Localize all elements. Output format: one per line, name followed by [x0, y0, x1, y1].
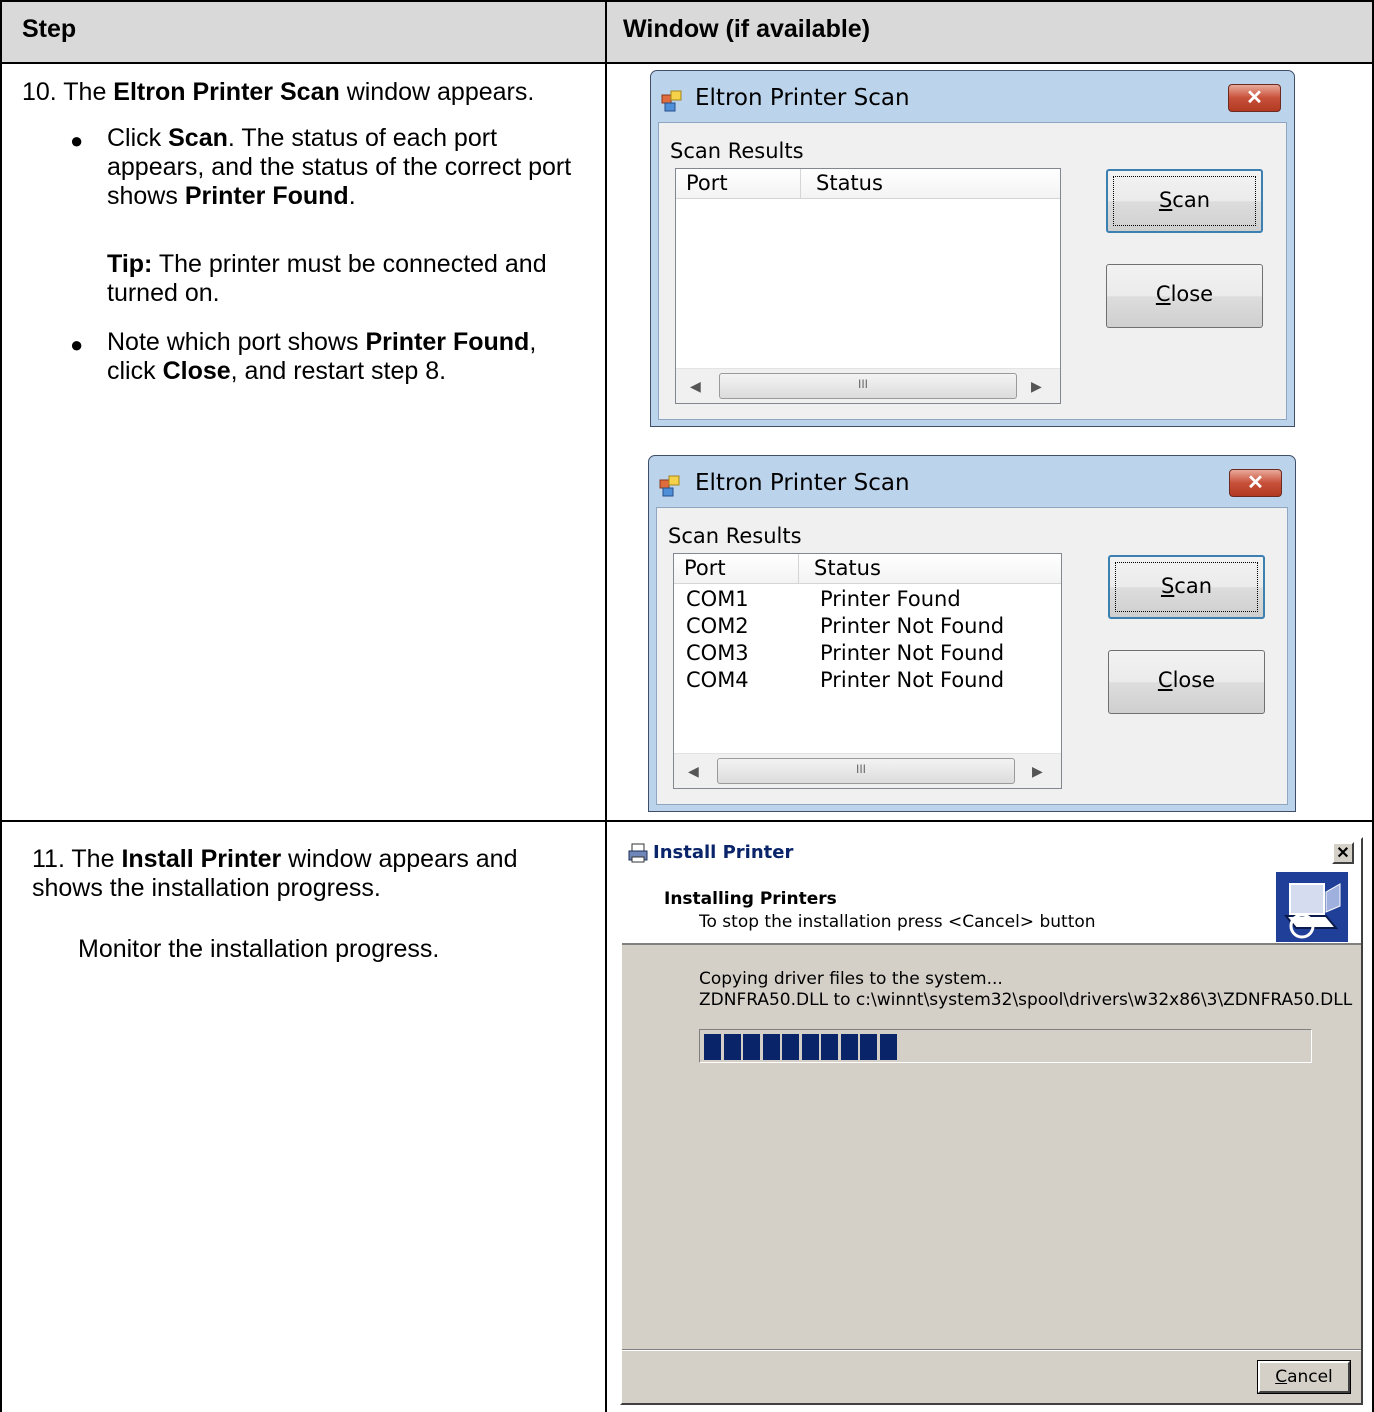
wizard-header: Installing Printers To stop the installa… [622, 867, 1361, 945]
status-line-2: ZDNFRA50.DLL to c:\winnt\system32\spool\… [699, 990, 1353, 1010]
close-button[interactable]: ✕ [1229, 469, 1282, 497]
step-number: 10. [22, 78, 57, 106]
table-row[interactable]: COM3 Printer Not Found [674, 640, 1061, 667]
dialog-titlebar: Install Printer ✕ [622, 839, 1361, 867]
status-cell: Printer Found [820, 587, 961, 611]
step-10-tip: Tip: The printer must be connected and t… [107, 250, 547, 307]
step-11-intro: 11. The Install Printer window appears a… [32, 845, 518, 902]
table-border-row [0, 820, 1374, 822]
progress-bar [699, 1029, 1312, 1063]
scrollbar-thumb[interactable]: III [719, 373, 1017, 399]
progress-block [762, 1034, 780, 1060]
scrollbar-thumb[interactable]: III [717, 758, 1015, 784]
table-row[interactable]: COM1 Printer Found [674, 586, 1061, 613]
column-divider [798, 554, 799, 584]
bullet-icon: ● [70, 128, 84, 153]
list-header: Port Status [674, 554, 1061, 584]
cancel-button[interactable]: Cancel [1257, 1360, 1351, 1394]
progress-block [743, 1034, 760, 1060]
table-border-header [0, 62, 1374, 64]
progress-block [723, 1034, 741, 1060]
wizard-heading: Installing Printers [664, 889, 837, 909]
table-border-middle [605, 0, 607, 1412]
port-cell: COM4 [686, 668, 749, 692]
table-row[interactable]: COM4 Printer Not Found [674, 667, 1061, 694]
footer-divider [622, 1349, 1361, 1351]
scroll-right-icon[interactable]: ▶ [1032, 763, 1043, 780]
printer-icon [628, 843, 648, 863]
dialog-client: Scan Results Port Status COM1 Printer Fo… [656, 507, 1288, 805]
scan-results-label: Scan Results [668, 524, 802, 548]
table-row[interactable]: COM2 Printer Not Found [674, 613, 1061, 640]
column-status[interactable]: Status [816, 171, 883, 195]
column-port[interactable]: Port [684, 556, 726, 580]
scan-results-list[interactable]: Port Status ◀ III ▶ [675, 168, 1061, 404]
scan-dialog-results: Eltron Printer Scan ✕ Scan Results Port … [648, 455, 1296, 812]
horizontal-scrollbar[interactable]: ◀ III ▶ [676, 368, 1060, 403]
port-cell: COM1 [686, 587, 749, 611]
scan-results-list[interactable]: Port Status COM1 Printer Found COM2 Prin… [673, 553, 1062, 789]
table-border-top [0, 0, 1374, 2]
status-line-1: Copying driver files to the system... [699, 969, 1003, 989]
progress-block [879, 1034, 897, 1060]
progress-block [821, 1034, 838, 1060]
port-cell: COM3 [686, 641, 749, 665]
close-button[interactable]: ✕ [1332, 842, 1354, 864]
dialog-client: Scan Results Port Status ◀ III ▶ Scan Cl… [658, 122, 1287, 420]
horizontal-scrollbar[interactable]: ◀ III ▶ [674, 753, 1061, 788]
progress-block [860, 1034, 877, 1060]
table-border-left [0, 0, 2, 1412]
column-status[interactable]: Status [814, 556, 881, 580]
column-divider [800, 169, 801, 199]
column-header-step: Step [22, 15, 77, 43]
status-cell: Printer Not Found [820, 614, 1005, 638]
dialog-title: Install Printer [653, 842, 794, 863]
dialog-title: Eltron Printer Scan [695, 470, 910, 496]
close-dialog-button[interactable]: Close [1108, 650, 1265, 714]
bullet-icon: ● [70, 332, 84, 357]
app-icon [661, 90, 682, 112]
progress-block [840, 1034, 858, 1060]
scan-results-label: Scan Results [670, 139, 804, 163]
scroll-left-icon[interactable]: ◀ [690, 378, 701, 395]
status-cell: Printer Not Found [820, 641, 1005, 665]
step-11-note: Monitor the installation progress. [78, 935, 440, 963]
dialog-title: Eltron Printer Scan [695, 85, 910, 111]
progress-block [704, 1034, 721, 1060]
step-10-bullet-2: Note which port shows Printer Found, cli… [107, 328, 537, 385]
wizard-subheading: To stop the installation press <Cancel> … [699, 912, 1096, 932]
scan-dialog-empty: Eltron Printer Scan ✕ Scan Results Port … [650, 70, 1295, 427]
status-cell: Printer Not Found [820, 668, 1005, 692]
close-button[interactable]: ✕ [1228, 84, 1281, 112]
scan-button[interactable]: Scan [1106, 169, 1263, 233]
column-port[interactable]: Port [686, 171, 728, 195]
install-printer-icon [1276, 872, 1348, 942]
scroll-left-icon[interactable]: ◀ [688, 763, 699, 780]
scan-button[interactable]: Scan [1108, 555, 1265, 619]
list-header: Port Status [676, 169, 1060, 199]
port-cell: COM2 [686, 614, 749, 638]
app-icon [659, 475, 680, 497]
step-10-intro: 10. The Eltron Printer Scan window appea… [22, 78, 535, 106]
install-printer-dialog: Install Printer ✕ Installing Printers To… [620, 837, 1363, 1405]
progress-block [782, 1034, 799, 1060]
column-header-window: Window (if available) [623, 15, 871, 43]
step-10-bullet-1: Click Scan. The status of each port appe… [107, 124, 572, 210]
scroll-right-icon[interactable]: ▶ [1031, 378, 1042, 395]
close-dialog-button[interactable]: Close [1106, 264, 1263, 328]
progress-block [801, 1034, 819, 1060]
